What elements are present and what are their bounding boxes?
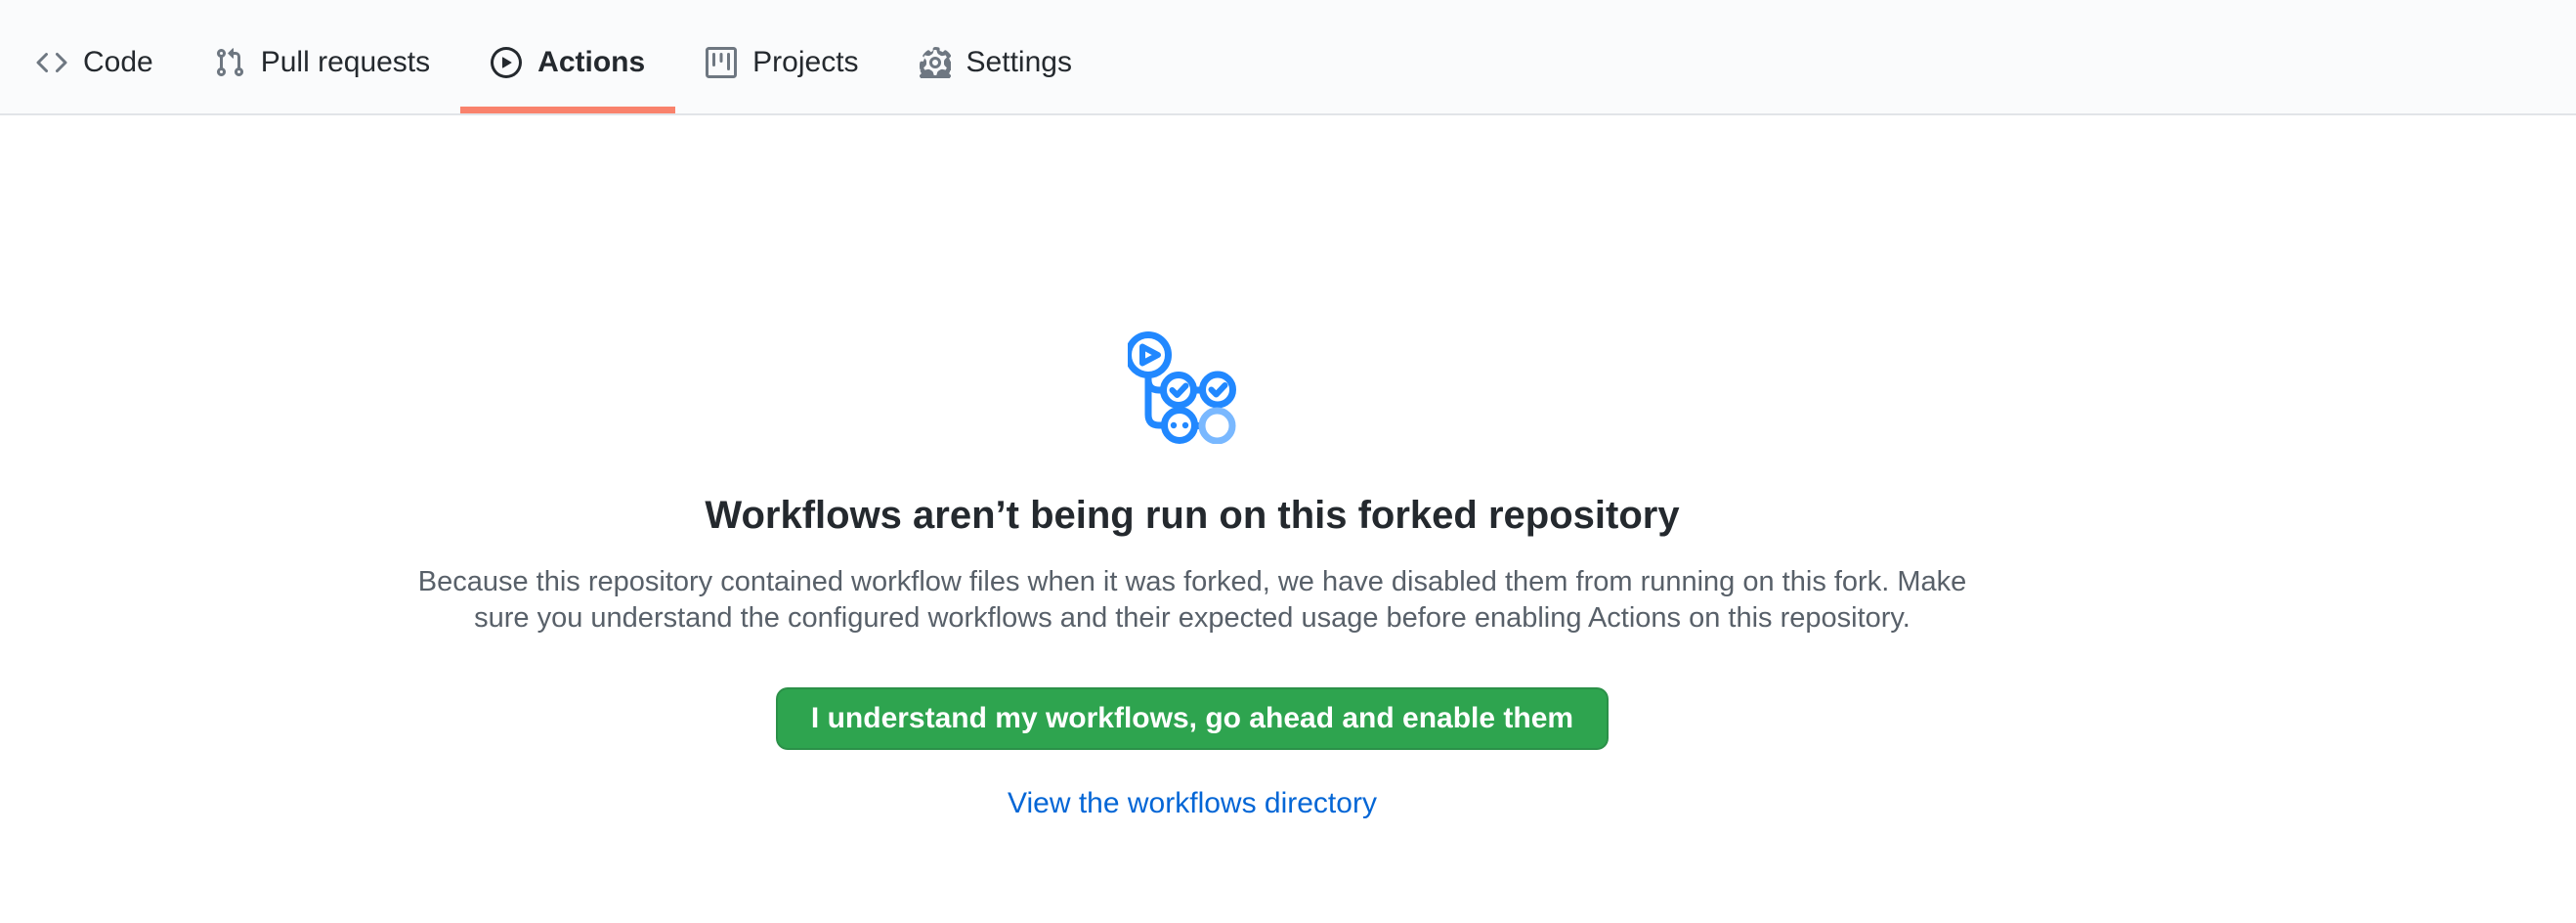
view-workflows-directory-link[interactable]: View the workflows directory (1008, 787, 1377, 820)
active-tab-underline (460, 107, 675, 113)
play-icon (491, 47, 522, 78)
tab-settings-label: Settings (966, 48, 1072, 77)
blankslate-heading: Workflows aren’t being run on this forke… (0, 492, 2384, 539)
project-icon (706, 47, 737, 78)
tab-actions[interactable]: Actions (460, 0, 675, 113)
tab-actions-label: Actions (537, 48, 645, 77)
gear-icon (920, 47, 951, 78)
tab-pull-requests-label: Pull requests (261, 48, 430, 77)
workflows-link-row: View the workflows directory (0, 750, 2384, 820)
enable-button-row: I understand my workflows, go ahead and … (0, 637, 2384, 750)
content-column: Workflows aren’t being run on this forke… (0, 115, 2384, 820)
workflow-graph-icon (1128, 330, 1257, 444)
code-icon (36, 47, 67, 78)
actions-blankslate: Workflows aren’t being run on this forke… (0, 115, 2576, 820)
tab-settings[interactable]: Settings (889, 0, 1102, 113)
blankslate-description: Because this repository contained workfl… (391, 564, 1994, 637)
tab-pull-requests[interactable]: Pull requests (184, 0, 460, 113)
tab-code[interactable]: Code (6, 0, 184, 113)
git-pull-request-icon (214, 47, 245, 78)
tab-projects-label: Projects (752, 48, 858, 77)
enable-workflows-button[interactable]: I understand my workflows, go ahead and … (776, 687, 1609, 750)
tab-code-label: Code (83, 48, 153, 77)
tab-projects[interactable]: Projects (675, 0, 888, 113)
repo-tab-nav: Code Pull requests Actions Projects Sett… (0, 0, 2576, 115)
